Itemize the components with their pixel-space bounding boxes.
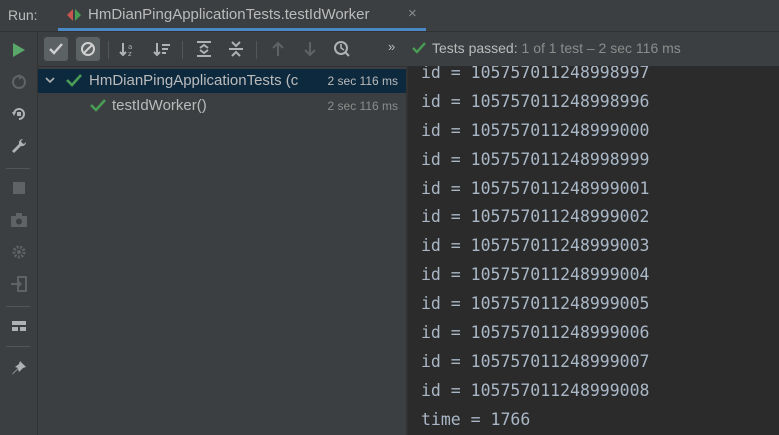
junit-config-icon — [66, 8, 82, 22]
console-line: id = 105757011248999001 — [421, 178, 650, 198]
rerun-failed-icon[interactable] — [9, 72, 29, 92]
test-tree: HmDianPingApplicationTests (c 2 sec 116 … — [38, 67, 406, 435]
toolbar-separator — [256, 41, 257, 59]
chevron-down-icon[interactable] — [44, 73, 56, 91]
console-line: id = 105757011248999000 — [421, 120, 650, 140]
console-lines: id = 105757011248998997 id = 10575701124… — [408, 66, 779, 435]
layout-icon[interactable] — [9, 316, 29, 336]
console-output[interactable]: id = 105757011248998997 id = 10575701124… — [408, 66, 779, 435]
run-tool-window-header: Run: HmDianPingApplicationTests.testIdWo… — [0, 0, 779, 32]
toolbar-separator — [182, 41, 183, 59]
tests-passed-label: Tests passed: — [432, 40, 518, 56]
next-failed-icon[interactable] — [298, 37, 322, 61]
close-tab-icon[interactable]: × — [408, 5, 417, 22]
tree-row-test-method[interactable]: testIdWorker() 2 sec 116 ms — [38, 94, 406, 118]
console-line: id = 105757011248999008 — [421, 380, 650, 400]
gear-icon[interactable] — [9, 242, 29, 262]
exit-icon[interactable] — [9, 274, 29, 294]
console-line: id = 105757011248999007 — [421, 351, 650, 371]
test-runner-toolbar: az — [38, 32, 408, 67]
sort-by-duration-icon[interactable] — [150, 37, 174, 61]
collapse-all-icon[interactable] — [224, 37, 248, 61]
console-line: id = 105757011248998996 — [421, 91, 650, 111]
run-label: Run: — [8, 7, 38, 23]
passed-check-icon — [90, 99, 106, 117]
toolbar-separator — [6, 168, 30, 169]
run-config-title: HmDianPingApplicationTests.testIdWorker — [88, 6, 370, 23]
test-method-name: testIdWorker() — [112, 97, 207, 114]
toolbar-separator — [6, 346, 30, 347]
toolbar-separator — [108, 41, 109, 59]
show-passed-icon[interactable] — [44, 37, 68, 61]
test-summary: Tests passed: 1 of 1 test – 2 sec 116 ms — [432, 40, 681, 56]
test-history-icon[interactable] — [330, 37, 354, 61]
console-line: id = 105757011248998997 — [421, 66, 650, 82]
console-line: id = 105757011248999002 — [421, 207, 650, 227]
test-duration: 2 sec 116 ms — [323, 74, 398, 88]
toolbar-separator — [6, 306, 30, 307]
console-line: time = 1766 — [421, 409, 531, 429]
wrench-icon[interactable] — [9, 136, 29, 156]
show-ignored-icon[interactable] — [76, 37, 100, 61]
console-line: id = 105757011248999004 — [421, 265, 650, 285]
console-line: id = 105757011248998999 — [421, 149, 650, 169]
test-class-name: HmDianPingApplicationTests (c — [89, 72, 299, 89]
previous-failed-icon[interactable] — [266, 37, 290, 61]
tree-row-test-class[interactable]: HmDianPingApplicationTests (c 2 sec 116 … — [38, 69, 406, 93]
test-duration: 2 sec 116 ms — [327, 99, 398, 113]
passed-check-icon — [412, 41, 426, 59]
console-line: id = 105757011248999005 — [421, 294, 650, 314]
pin-icon[interactable] — [9, 358, 29, 378]
svg-text:z: z — [128, 50, 132, 57]
camera-icon[interactable] — [9, 210, 29, 230]
tests-summary-detail: of 1 test – 2 sec 116 ms — [533, 40, 681, 56]
passed-check-icon — [66, 74, 82, 92]
console-line: id = 105757011248999003 — [421, 236, 650, 256]
toggle-auto-test-icon[interactable] — [9, 104, 29, 124]
console-line: id = 105757011248999006 — [421, 323, 650, 343]
sort-alphabetically-icon[interactable]: az — [116, 37, 140, 61]
left-toolbar — [0, 32, 38, 435]
stop-icon[interactable] — [9, 178, 29, 198]
run-config-tab[interactable]: HmDianPingApplicationTests.testIdWorker … — [58, 0, 426, 31]
expand-all-icon[interactable] — [192, 37, 216, 61]
more-actions-icon[interactable]: » — [388, 39, 395, 54]
test-status-bar: » Tests passed: 1 of 1 test – 2 sec 116 … — [388, 32, 779, 67]
tests-passed-count: 1 — [521, 40, 530, 56]
rerun-icon[interactable] — [9, 40, 29, 60]
